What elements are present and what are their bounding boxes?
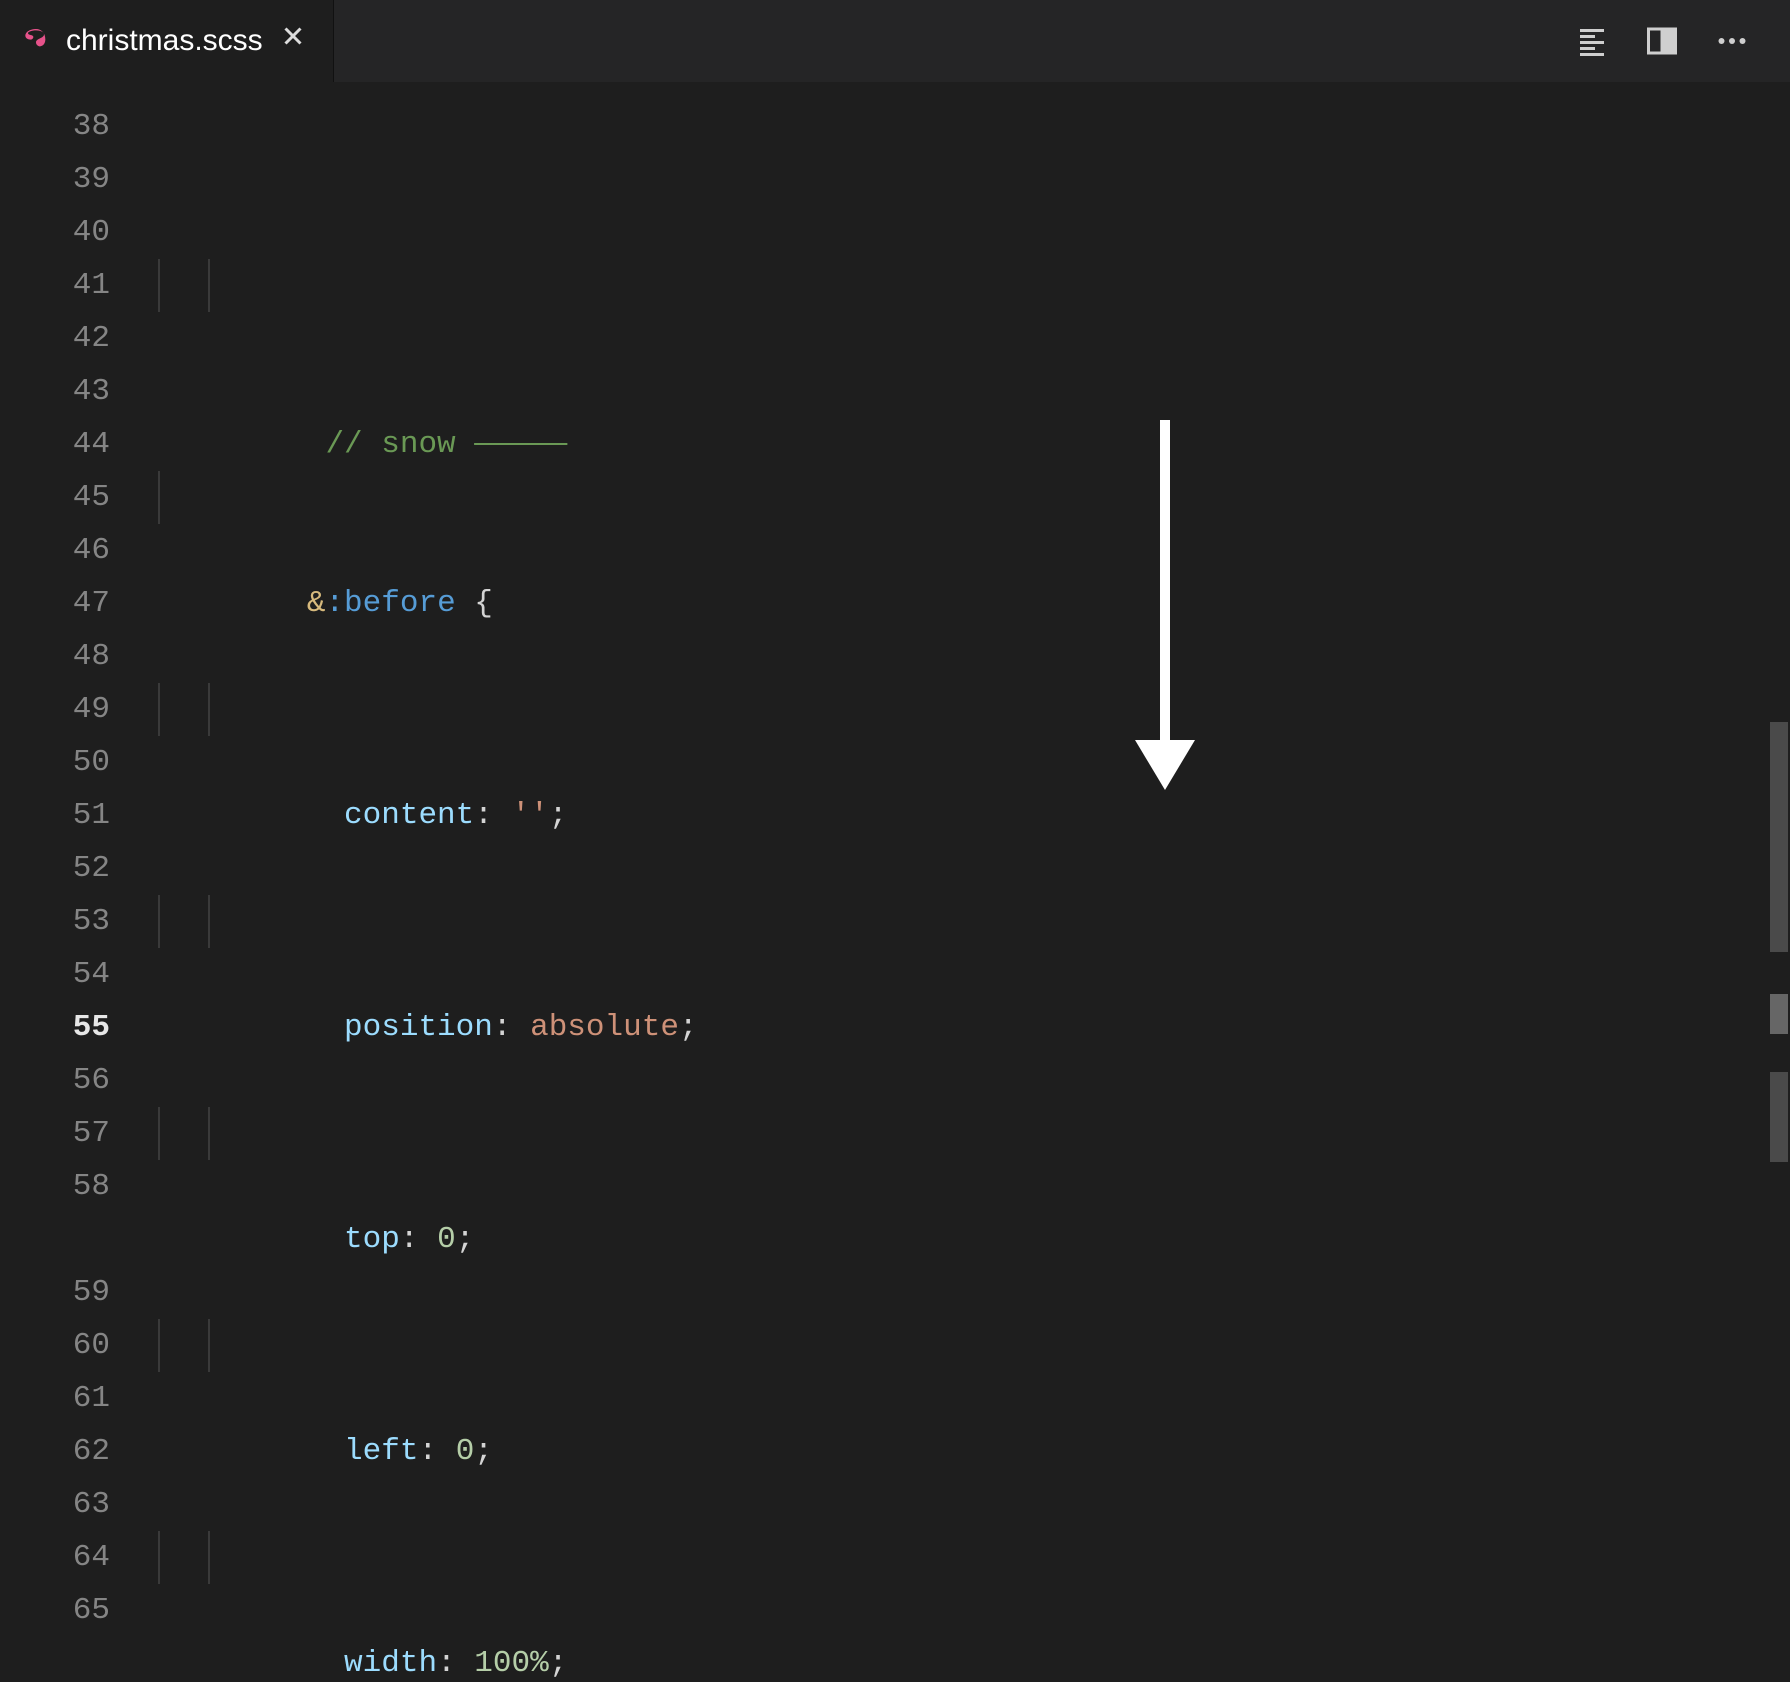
line-number: 61 bbox=[0, 1372, 110, 1425]
line-number-wrap bbox=[0, 1213, 110, 1266]
line-number: 50 bbox=[0, 736, 110, 789]
line-number: 52 bbox=[0, 842, 110, 895]
code-line: &:before { bbox=[150, 471, 1790, 524]
line-number: 40 bbox=[0, 206, 110, 259]
line-number: 39 bbox=[0, 153, 110, 206]
line-number: 41 bbox=[0, 259, 110, 312]
line-number: 51 bbox=[0, 789, 110, 842]
more-actions-icon[interactable] bbox=[1714, 23, 1750, 59]
close-icon[interactable] bbox=[277, 24, 309, 58]
overview-ruler[interactable] bbox=[1768, 82, 1790, 1682]
line-number: 57 bbox=[0, 1107, 110, 1160]
editor-actions bbox=[1574, 0, 1790, 82]
editor-titlebar: christmas.scss bbox=[0, 0, 1790, 82]
line-number: 47 bbox=[0, 577, 110, 630]
line-number-gutter: 3839404142434445464748495051525354555657… bbox=[0, 82, 150, 1682]
line-number: 64 bbox=[0, 1531, 110, 1584]
titlebar-spacer bbox=[334, 0, 1574, 82]
code-line: width: 100%; bbox=[150, 1531, 1790, 1584]
line-number: 53 bbox=[0, 895, 110, 948]
line-number: 58 bbox=[0, 1160, 110, 1213]
sass-icon bbox=[20, 25, 52, 57]
line-number: 43 bbox=[0, 365, 110, 418]
line-number: 49 bbox=[0, 683, 110, 736]
tab-filename: christmas.scss bbox=[66, 24, 263, 58]
code-line: top: 0; bbox=[150, 1107, 1790, 1160]
line-number: 65 bbox=[0, 1584, 110, 1637]
line-number: 46 bbox=[0, 524, 110, 577]
line-number: 38 bbox=[0, 100, 110, 153]
line-number: 62 bbox=[0, 1425, 110, 1478]
line-number: 59 bbox=[0, 1266, 110, 1319]
line-number: 48 bbox=[0, 630, 110, 683]
line-number: 60 bbox=[0, 1319, 110, 1372]
line-number: 54 bbox=[0, 948, 110, 1001]
code-editor[interactable]: 3839404142434445464748495051525354555657… bbox=[0, 82, 1790, 1682]
code-line: // snow ————— bbox=[150, 259, 1790, 312]
code-line: position: absolute; bbox=[150, 895, 1790, 948]
code-area[interactable]: // snow ————— &:before { content: ''; po… bbox=[150, 82, 1790, 1682]
line-number: 63 bbox=[0, 1478, 110, 1531]
line-number: 56 bbox=[0, 1054, 110, 1107]
line-number: 55 bbox=[0, 1001, 110, 1054]
file-tab[interactable]: christmas.scss bbox=[0, 0, 334, 82]
split-editor-icon[interactable] bbox=[1644, 23, 1680, 59]
code-line: left: 0; bbox=[150, 1319, 1790, 1372]
line-number: 42 bbox=[0, 312, 110, 365]
arrow-annotation-icon bbox=[1120, 410, 1210, 800]
line-number: 45 bbox=[0, 471, 110, 524]
text-align-icon[interactable] bbox=[1574, 23, 1610, 59]
code-line: content: ''; bbox=[150, 683, 1790, 736]
line-number: 44 bbox=[0, 418, 110, 471]
